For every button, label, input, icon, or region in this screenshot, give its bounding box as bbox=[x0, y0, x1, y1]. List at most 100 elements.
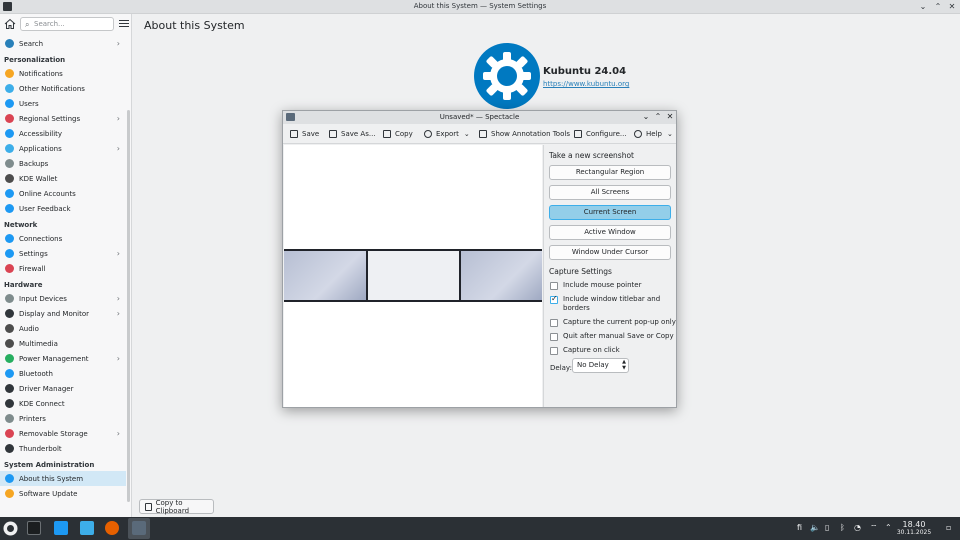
clipboard-tray-icon[interactable]: ▯ bbox=[825, 523, 829, 532]
spectacle-minimize-icon[interactable]: ⌄ bbox=[641, 112, 651, 121]
sidebar-scrollbar[interactable] bbox=[127, 110, 130, 502]
sidebar-item-label: Audio bbox=[19, 324, 39, 333]
clock-time: 18.40 bbox=[902, 520, 926, 529]
spectacle-maximize-icon[interactable]: ⌃ bbox=[653, 112, 663, 121]
capture-popup-only-checkbox[interactable]: Capture the current pop-up only bbox=[550, 318, 676, 327]
copy-label: Copy bbox=[395, 130, 413, 138]
sidebar-item-software-update[interactable]: Software Update bbox=[0, 486, 126, 501]
clock[interactable]: 18.40 30.11.2025 bbox=[895, 520, 933, 537]
sidebar-item-printers[interactable]: Printers bbox=[0, 411, 126, 426]
sidebar-item-audio[interactable]: Audio bbox=[0, 321, 126, 336]
home-icon[interactable] bbox=[4, 18, 16, 30]
screenshot-preview[interactable] bbox=[284, 145, 542, 407]
include-titlebar-checkbox[interactable]: Include window titlebar and borders bbox=[550, 294, 668, 313]
hamburger-menu-icon[interactable] bbox=[119, 20, 129, 28]
sidebar-item-users[interactable]: Users bbox=[0, 96, 126, 111]
dolphin-icon[interactable] bbox=[80, 521, 94, 535]
sidebar-item-input-devices[interactable]: Input Devices › bbox=[0, 291, 126, 306]
sidebar-item-kde-connect[interactable]: KDE Connect bbox=[0, 396, 126, 411]
sidebar-item-settings[interactable]: Settings › bbox=[0, 246, 126, 261]
thumbnail-screen-left bbox=[284, 251, 366, 300]
show-desktop-icon[interactable]: ▫ bbox=[946, 523, 951, 532]
sidebar-item-online-accounts[interactable]: Online Accounts bbox=[0, 186, 126, 201]
save-button[interactable]: Save bbox=[290, 128, 319, 140]
export-button[interactable]: Export ⌄ bbox=[424, 128, 470, 140]
save-label: Save bbox=[302, 130, 320, 138]
bell-settings-icon bbox=[5, 84, 14, 93]
copy-to-clipboard-button[interactable]: Copy to Clipboard bbox=[139, 499, 214, 515]
capture-panel: Take a new screenshot Rectangular Region… bbox=[543, 145, 676, 407]
show-annotation-tools-button[interactable]: Show Annotation Tools bbox=[479, 128, 570, 140]
window-under-cursor-button[interactable]: Window Under Cursor bbox=[549, 245, 671, 260]
sidebar-item-label: Backups bbox=[19, 159, 49, 168]
application-launcher-icon[interactable] bbox=[3, 521, 18, 536]
spectacle-window: Unsaved* — Spectacle ⌄ ⌃ ✕ Save Save As.… bbox=[282, 110, 677, 408]
multimedia-icon bbox=[5, 339, 14, 348]
all-screens-button[interactable]: All Screens bbox=[549, 185, 671, 200]
window-titlebar: About this System — System Settings ⌄ ⌃ … bbox=[0, 0, 960, 14]
sidebar-item-accessibility[interactable]: Accessibility bbox=[0, 126, 126, 141]
checkbox-box-checked bbox=[550, 294, 558, 304]
kde-connect-icon bbox=[5, 399, 14, 408]
discover-icon[interactable] bbox=[54, 521, 68, 535]
search-field[interactable]: ⌕ bbox=[20, 17, 114, 31]
sidebar-item-connections[interactable]: Connections bbox=[0, 231, 126, 246]
thunderbolt-icon bbox=[5, 444, 14, 453]
save-as-label: Save As... bbox=[341, 130, 376, 138]
delay-spinbox[interactable]: No Delay ▲ ▼ bbox=[572, 358, 629, 373]
configure-button[interactable]: Configure... bbox=[574, 128, 627, 140]
sidebar-item-applications[interactable]: Applications › bbox=[0, 141, 126, 156]
firefox-icon[interactable] bbox=[105, 521, 119, 535]
search-input[interactable] bbox=[34, 19, 110, 29]
help-button[interactable]: Help ⌄ bbox=[634, 128, 673, 140]
network-tray-icon[interactable]: ⌔ bbox=[870, 523, 878, 533]
volume-icon[interactable]: 🔈 bbox=[810, 523, 820, 532]
spectacle-task-icon[interactable] bbox=[132, 521, 146, 535]
spectacle-titlebar: Unsaved* — Spectacle ⌄ ⌃ ✕ bbox=[283, 111, 676, 124]
backup-icon bbox=[5, 159, 14, 168]
spin-arrows-icon[interactable]: ▲ ▼ bbox=[622, 359, 626, 371]
sidebar-item-bluetooth[interactable]: Bluetooth bbox=[0, 366, 126, 381]
notifications-tray-icon[interactable]: ◔ bbox=[854, 523, 861, 532]
sidebar-item-kde-wallet[interactable]: KDE Wallet bbox=[0, 171, 126, 186]
capture-on-click-checkbox[interactable]: Capture on click bbox=[550, 346, 620, 355]
rectangular-region-button[interactable]: Rectangular Region bbox=[549, 165, 671, 180]
terminal-icon[interactable] bbox=[27, 521, 41, 535]
copy-button[interactable]: Copy bbox=[383, 128, 413, 140]
distro-url-link[interactable]: https://www.kubuntu.org bbox=[543, 80, 629, 88]
tray-expand-icon[interactable]: ⌃ bbox=[885, 523, 892, 532]
sidebar-item-firewall[interactable]: Firewall bbox=[0, 261, 126, 276]
sidebar-item-label: Removable Storage bbox=[19, 429, 88, 438]
sidebar-item-driver-manager[interactable]: Driver Manager bbox=[0, 381, 126, 396]
sidebar-item-other-notifications[interactable]: Other Notifications bbox=[0, 81, 126, 96]
include-mouse-pointer-checkbox[interactable]: Include mouse pointer bbox=[550, 281, 641, 290]
sidebar-item-thunderbolt[interactable]: Thunderbolt bbox=[0, 441, 126, 456]
sidebar-item-label: Notifications bbox=[19, 69, 63, 78]
close-icon[interactable]: ✕ bbox=[947, 2, 957, 12]
copy-icon bbox=[145, 502, 152, 511]
chevron-right-icon: › bbox=[116, 39, 120, 48]
sidebar-item-power-management[interactable]: Power Management › bbox=[0, 351, 126, 366]
window-title: About this System — System Settings bbox=[413, 2, 547, 10]
quit-after-save-checkbox[interactable]: Quit after manual Save or Copy bbox=[550, 332, 674, 341]
save-as-button[interactable]: Save As... bbox=[329, 128, 376, 140]
maximize-icon[interactable]: ⌃ bbox=[933, 2, 943, 12]
keyboard-layout-indicator[interactable]: fi bbox=[797, 523, 802, 532]
sidebar-item-removable-storage[interactable]: Removable Storage › bbox=[0, 426, 126, 441]
sidebar-item-label: Connections bbox=[19, 234, 63, 243]
sidebar-item-user-feedback[interactable]: User Feedback bbox=[0, 201, 126, 216]
bluetooth-tray-icon[interactable]: ᛒ bbox=[840, 523, 845, 532]
configure-label: Configure... bbox=[586, 130, 627, 138]
sidebar-item-backups[interactable]: Backups bbox=[0, 156, 126, 171]
sidebar-item-search[interactable]: Search › bbox=[0, 36, 126, 51]
sidebar-item-regional-settings[interactable]: Regional Settings › bbox=[0, 111, 126, 126]
active-window-button[interactable]: Active Window bbox=[549, 225, 671, 240]
help-label: Help bbox=[646, 130, 662, 138]
spectacle-close-icon[interactable]: ✕ bbox=[665, 112, 675, 121]
sidebar-item-display-and-monitor[interactable]: Display and Monitor › bbox=[0, 306, 126, 321]
sidebar-item-multimedia[interactable]: Multimedia bbox=[0, 336, 126, 351]
current-screen-button[interactable]: Current Screen bbox=[549, 205, 671, 220]
sidebar-item-notifications[interactable]: Notifications bbox=[0, 66, 126, 81]
sidebar-item-about-this-system[interactable]: About this System bbox=[0, 471, 126, 486]
minimize-icon[interactable]: ⌄ bbox=[918, 2, 928, 12]
